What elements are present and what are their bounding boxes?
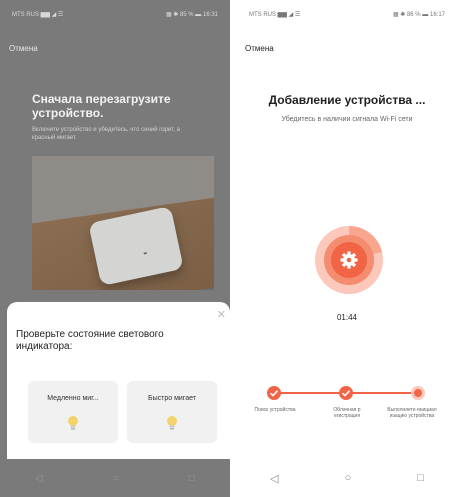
option-label: Медленно миг... (47, 395, 99, 402)
step-active-3 (411, 386, 425, 400)
status-bar: MTS RUS ▆▆ ◢ ☰ ▦ ✱ 86 % ▬ 16:17 (237, 0, 457, 28)
step-label: Выполняете инициал изацию устройства (387, 407, 437, 419)
home-icon[interactable]: ○ (113, 473, 119, 484)
nav-bar: ◁ ○ □ (237, 459, 457, 497)
progress-ring-graphic (315, 226, 383, 294)
sheet-prompt: Проверьте состояние светового индикатора… (16, 329, 164, 352)
step-connector (351, 392, 411, 394)
back-icon[interactable]: ◁ (35, 473, 43, 484)
step-done-1 (267, 386, 281, 400)
step-label: Поиск устройства (254, 407, 296, 413)
cancel-link[interactable]: Отмена (9, 44, 38, 53)
step-label: Облачная р егистрация (333, 407, 361, 419)
step-connector (279, 392, 339, 394)
status-carrier: MTS RUS ▆▆ ◢ ☰ (249, 11, 301, 18)
page-title: Добавление устройства ... (268, 93, 426, 107)
led-indicator (143, 251, 147, 255)
close-icon[interactable]: ✕ (217, 310, 226, 321)
recents-icon[interactable]: □ (189, 473, 195, 484)
status-carrier: MTS RUS ▆▆ ◢ ☰ (12, 11, 64, 18)
back-icon[interactable]: ◁ (270, 472, 278, 485)
status-battery-time: ▦ ✱ 85 % ▬ 16:31 (165, 11, 218, 18)
fast-blink-option[interactable]: Быстро мигает (127, 381, 217, 443)
nav-bar: ◁ ○ □ (0, 459, 230, 497)
device-photo (32, 156, 214, 290)
check-icon (269, 390, 279, 397)
indicator-sheet: ✕ Проверьте состояние светового индикато… (7, 302, 230, 459)
check-icon (341, 390, 351, 397)
status-bar: MTS RUS ▆▆ ◢ ☰ ▦ ✱ 85 % ▬ 16:31 (0, 0, 230, 28)
progress-steps (267, 386, 437, 400)
bulb-icon (68, 416, 78, 430)
page-title: Сначала перезагрузите устройство. (32, 92, 171, 120)
bulb-icon (167, 416, 177, 430)
step-done-2 (339, 386, 353, 400)
status-battery-time: ▦ ✱ 86 % ▬ 16:17 (392, 11, 445, 18)
option-label: Быстро мигает (148, 395, 196, 402)
slow-blink-option[interactable]: Медленно миг... (28, 381, 118, 443)
screen-divider (230, 0, 237, 497)
instruction-text: Включите устройство и убедитесь, что син… (32, 127, 180, 141)
wifi-hint: Убедитесь в наличии сигнала Wi-Fi сети (281, 116, 413, 123)
home-icon[interactable]: ○ (345, 472, 352, 484)
gear-icon (340, 251, 358, 269)
recents-icon[interactable]: □ (417, 472, 424, 484)
progress-ring (313, 224, 385, 296)
active-step-icon (414, 389, 422, 397)
right-screen: MTS RUS ▆▆ ◢ ☰ ▦ ✱ 86 % ▬ 16:17 Отмена Д… (237, 0, 457, 497)
countdown-timer: 01:44 (336, 313, 358, 322)
left-screen: MTS RUS ▆▆ ◢ ☰ ▦ ✱ 85 % ▬ 16:31 Отмена С… (0, 0, 230, 497)
cancel-link[interactable]: Отмена (245, 44, 274, 53)
